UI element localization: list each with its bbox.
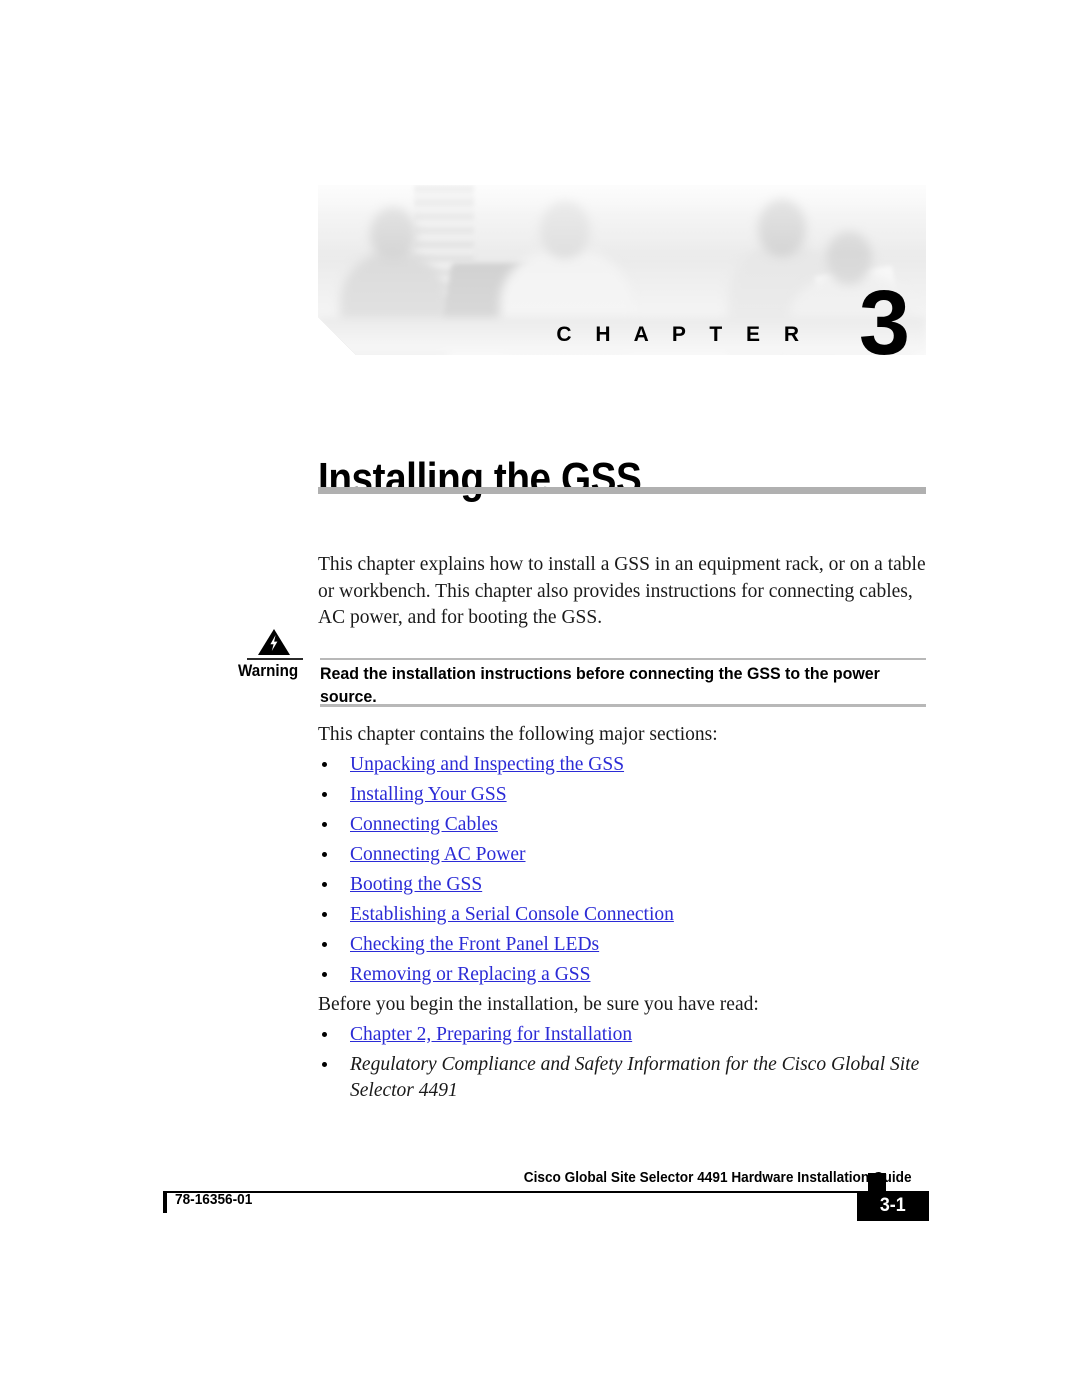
before-list: Chapter 2, Preparing for Installation Re… [318,1022,926,1104]
warning-block: Warning Read the installation instructio… [233,628,926,708]
chapter-word-label: C H A P T E R [556,323,808,346]
section-link[interactable]: Booting the GSS [350,874,482,895]
section-link[interactable]: Unpacking and Inspecting the GSS [350,754,624,775]
footer-document-number: 78-16356-01 [175,1192,253,1208]
before-lead-container: Before you begin the installation, be su… [318,992,926,1019]
section-link[interactable]: Connecting AC Power [350,844,526,865]
bullet-icon [322,1062,327,1067]
page-number-badge: 3-1 [857,1191,929,1221]
section-link[interactable]: Checking the Front Panel LEDs [350,934,599,955]
chapter-banner: C H A P T E R 3 [318,185,926,355]
list-item[interactable]: Establishing a Serial Console Connection [318,902,926,928]
list-item: Regulatory Compliance and Safety Informa… [318,1052,926,1104]
before-list-container: Chapter 2, Preparing for Installation Re… [318,1022,926,1108]
list-item[interactable]: Checking the Front Panel LEDs [318,932,926,958]
section-link[interactable]: Removing or Replacing a GSS [350,964,590,985]
warning-icon-rule [247,658,303,660]
sections-list-container: Unpacking and Inspecting the GSS Install… [318,752,926,992]
footer-divider [163,1191,909,1193]
section-link[interactable]: Installing Your GSS [350,784,507,805]
bullet-icon [322,852,327,857]
chapter-number: 3 [858,272,910,355]
list-item[interactable]: Connecting Cables [318,812,926,838]
bullet-icon [322,1032,327,1037]
list-item[interactable]: Installing Your GSS [318,782,926,808]
list-item[interactable]: Removing or Replacing a GSS [318,962,926,988]
footer-document-title: Cisco Global Site Selector 4491 Hardware… [524,1170,912,1186]
title-divider [318,487,926,494]
sections-list: Unpacking and Inspecting the GSS Install… [318,752,926,988]
page-title: Installing the GSS [318,454,642,504]
list-item[interactable]: Booting the GSS [318,872,926,898]
bullet-icon [322,882,327,887]
footer-tick-mark [163,1191,167,1213]
intro-paragraph: This chapter explains how to install a G… [318,554,926,628]
before-lead-text: Before you begin the installation, be su… [318,994,759,1015]
chapter-reference-link[interactable]: Chapter 2, Preparing for Installation [350,1024,632,1045]
bullet-icon [322,792,327,797]
related-document-title: Regulatory Compliance and Safety Informa… [350,1054,920,1101]
warning-triangle-lightning-icon [257,628,291,656]
bullet-icon [322,822,327,827]
document-page: C H A P T E R 3 Installing the GSS This … [0,0,1080,1397]
bullet-icon [322,762,327,767]
sections-lead-container: This chapter contains the following majo… [318,722,926,749]
bullet-icon [322,972,327,977]
warning-rule-bottom [320,704,926,707]
list-item[interactable]: Connecting AC Power [318,842,926,868]
bullet-icon [322,912,327,917]
footer-marker-square [868,1173,886,1191]
sections-lead-text: This chapter contains the following majo… [318,724,718,745]
section-link[interactable]: Establishing a Serial Console Connection [350,904,674,925]
warning-label: Warning [238,662,299,680]
list-item[interactable]: Unpacking and Inspecting the GSS [318,752,926,778]
intro-paragraph-container: This chapter explains how to install a G… [318,552,926,632]
list-item[interactable]: Chapter 2, Preparing for Installation [318,1022,926,1048]
bullet-icon [322,942,327,947]
section-link[interactable]: Connecting Cables [350,814,498,835]
warning-rule-top [320,658,926,660]
page-number-text: 3-1 [880,1195,906,1216]
warning-text: Read the installation instructions befor… [320,664,880,706]
